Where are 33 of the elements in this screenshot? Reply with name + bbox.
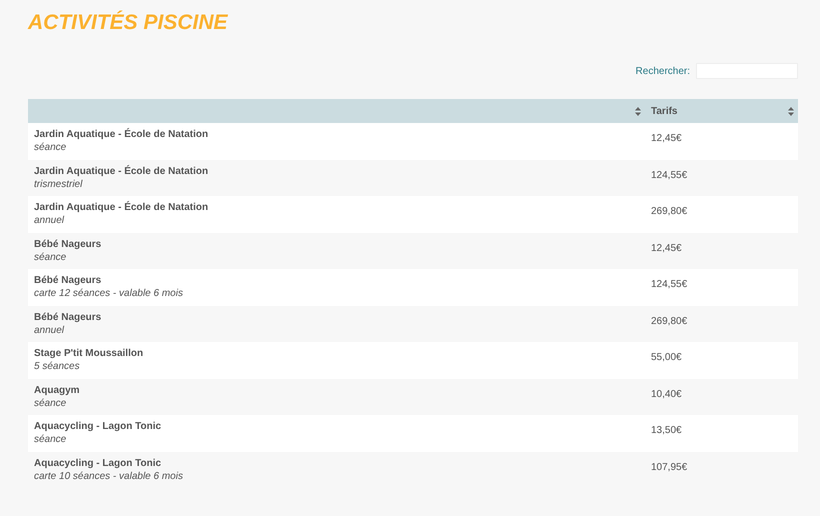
activity-name: Bébé Nageurs — [34, 274, 102, 287]
price-cell: 124,55€ — [651, 279, 688, 290]
column-header[interactable]: Tarifs — [645, 99, 798, 123]
activity-detail: carte 12 séances - valable 6 mois — [34, 287, 183, 300]
activity-detail: séance — [34, 141, 66, 154]
price-cell: 13,50€ — [651, 425, 682, 436]
activity-detail: annuel — [34, 214, 64, 227]
activity-name: Jardin Aquatique - École de Natation — [34, 164, 208, 178]
activity-name: Stage P'tit Moussaillon — [34, 347, 144, 360]
search-label: Rechercher: — [636, 66, 690, 76]
activity-name: Aquacycling - Lagon Tonic — [34, 420, 162, 433]
activity-detail: annuel — [34, 324, 64, 336]
activity-detail: carte 10 séances - valable 6 mois — [34, 470, 183, 482]
price-cell: 12,45€ — [651, 242, 682, 254]
price-cell: 10,40€ — [651, 388, 682, 400]
activity-name: Aquacycling - Lagon Tonic — [34, 456, 162, 470]
activity-detail: 5 séances — [34, 360, 80, 373]
activity-name: Jardin Aquatique - École de Natation — [34, 201, 208, 214]
activity-name: Bébé Nageurs — [34, 238, 102, 250]
activity-name: Jardin Aquatique - École de Natation — [34, 128, 208, 141]
price-cell: 12,45€ — [651, 133, 682, 144]
price-cell: 55,00€ — [651, 352, 682, 363]
activity-name: Aquagym — [34, 384, 80, 396]
activity-detail: trismestriel — [34, 178, 82, 190]
price-cell: 269,80€ — [651, 316, 688, 326]
activity-detail: séance — [34, 396, 66, 410]
price-cell: 107,95€ — [651, 462, 688, 472]
activity-detail: séance — [34, 250, 66, 264]
price-cell: 124,55€ — [651, 170, 688, 180]
page-title: ACTIVITÉS PISCINE — [28, 10, 228, 36]
activity-name: Bébé Nageurs — [34, 310, 102, 324]
activity-detail: séance — [34, 433, 66, 446]
price-cell: 269,80€ — [651, 206, 688, 217]
